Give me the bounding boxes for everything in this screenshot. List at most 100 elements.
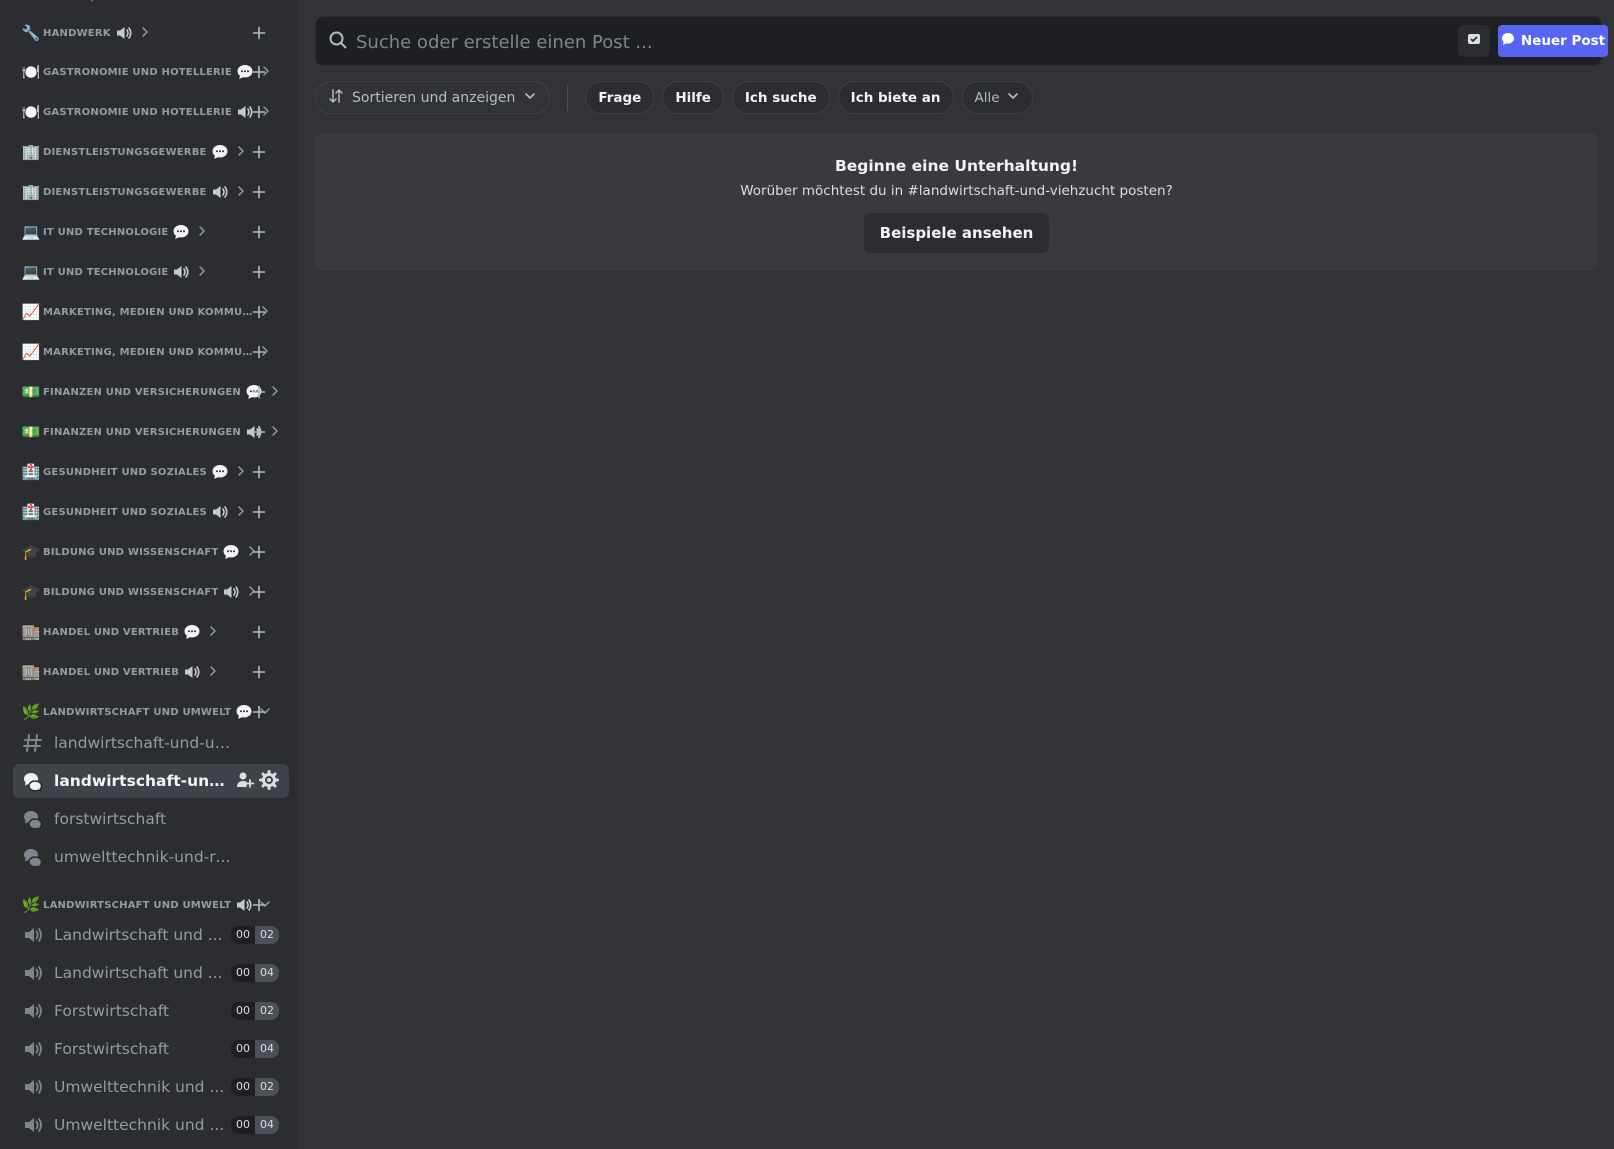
new-post-label: Neuer Post [1520, 33, 1606, 49]
create-channel-plus-icon[interactable] [247, 220, 271, 244]
create-channel-plus-icon[interactable] [247, 420, 271, 444]
chevron-right-icon [235, 505, 247, 520]
channel-label: umwelttechnik-und-recycling [54, 848, 234, 866]
tag-frage[interactable]: Frage [585, 81, 655, 114]
category-header-15[interactable]: 🏬 Handel und Vertrieb [21, 620, 281, 644]
user-count-limit: 04 [255, 1116, 279, 1134]
create-channel-plus-icon[interactable] [247, 100, 271, 124]
channel-forstwirtschaft[interactable]: forstwirtschaft [13, 802, 289, 836]
create-channel-plus-icon[interactable] [247, 660, 271, 684]
create-channel-plus-icon[interactable] [247, 140, 271, 164]
create-channel-plus-icon[interactable] [247, 620, 271, 644]
channel-umwelttechnik-und-recycling[interactable]: umwelttechnik-und-recycling [13, 840, 289, 874]
create-channel-plus-icon[interactable] [247, 340, 271, 364]
channel-landwirtschaft-und-umwelt[interactable]: landwirtschaft-und-umwelt [13, 726, 289, 760]
user-count-badge: 00 04 [231, 1116, 279, 1134]
speaker-icon [22, 1114, 44, 1136]
create-channel-plus-icon[interactable] [247, 260, 271, 284]
category-name: Bildung und Wissenschaft [43, 546, 219, 558]
speaker-icon [22, 962, 44, 984]
category-header-5[interactable]: 💻 IT und Technologie [21, 220, 281, 244]
create-channel-plus-icon[interactable] [247, 380, 271, 404]
voice-channel-4[interactable]: Umwelttechnik und ... 00 02 [13, 1070, 289, 1104]
search-icon [329, 31, 347, 53]
forum-channel-icon [22, 846, 44, 868]
channel-fragment-mark [86, 0, 98, 2]
new-post-button[interactable]: Neuer Post [1498, 25, 1608, 57]
category-header-7[interactable]: 📈 Marketing, Medien und Kommuni... [21, 300, 281, 324]
create-channel-plus-icon[interactable] [247, 21, 271, 45]
category-emoji-icon: 📈 [21, 343, 41, 361]
user-count-limit: 02 [255, 1078, 279, 1096]
sort-and-view-button[interactable]: Sortieren und anzeigen [315, 81, 551, 114]
voice-channel-0[interactable]: Landwirtschaft und ... 00 02 [13, 918, 289, 952]
filter-bar: Sortieren und anzeigen Frage Hilfe Ich s… [315, 81, 1041, 114]
create-channel-plus-icon[interactable] [247, 540, 271, 564]
create-channel-plus-icon[interactable] [247, 460, 271, 484]
user-count-current: 00 [231, 964, 255, 982]
category-emoji-icon: 💵 [21, 383, 41, 401]
tag-ich-biete-an[interactable]: Ich biete an [837, 81, 954, 114]
category-header-11[interactable]: 🏥 Gesundheit und Soziales [21, 460, 281, 484]
category-header-16[interactable]: 🏬 Handel und Vertrieb [21, 660, 281, 684]
create-channel-plus-icon[interactable] [247, 180, 271, 204]
category-header-9[interactable]: 💵 Finanzen und Versicherungen [21, 380, 281, 404]
category-header-1[interactable]: 🍽️ Gastronomie und Hotellerie [21, 60, 281, 84]
speaker-icon [22, 1000, 44, 1022]
create-channel-plus-icon[interactable] [247, 500, 271, 524]
voice-channel-3[interactable]: Forstwirtschaft 00 04 [13, 1032, 289, 1066]
create-channel-plus-icon[interactable] [247, 580, 271, 604]
category-header-10[interactable]: 💵 Finanzen und Versicherungen [21, 420, 281, 444]
tag-ich-suche[interactable]: Ich suche [731, 81, 830, 114]
text-channel-hash-icon [22, 732, 44, 754]
category-name: Gastronomie und Hotellerie [43, 66, 232, 78]
channel-landwirtschaft-und-viehzucht[interactable]: landwirtschaft-und-viehzucht [13, 764, 289, 798]
category-header-0[interactable]: 🔧 Handwerk [21, 21, 281, 45]
voice-channel-1[interactable]: Landwirtschaft und ... 00 04 [13, 956, 289, 990]
voice-channel-2[interactable]: Forstwirtschaft 00 02 [13, 994, 289, 1028]
chevron-right-icon [196, 265, 208, 280]
category-header-14[interactable]: 🎓 Bildung und Wissenschaft [21, 580, 281, 604]
forum-channel-icon [22, 808, 44, 830]
category-header-13[interactable]: 🎓 Bildung und Wissenschaft [21, 540, 281, 564]
category-header-3[interactable]: 🏢 Dienstleistungsgewerbe [21, 140, 281, 164]
category-name: Handel und Vertrieb [43, 626, 180, 638]
create-channel-plus-icon[interactable] [247, 60, 271, 84]
category-header-voice[interactable]: 🌿 Landwirtschaft und Umwelt [21, 893, 281, 917]
all-tags-label: Alle [974, 89, 1000, 106]
create-channel-plus-icon[interactable] [247, 893, 271, 917]
create-channel-plus-icon[interactable] [247, 700, 271, 724]
gear-icon[interactable] [259, 770, 279, 794]
speech-bubble-icon [211, 143, 229, 161]
search-input[interactable] [354, 27, 1358, 57]
category-emoji-icon: 🌿 [21, 896, 41, 914]
chevron-right-icon [207, 625, 219, 640]
category-header-12[interactable]: 🏥 Gesundheit und Soziales [21, 500, 281, 524]
tag-filter-button[interactable] [1458, 25, 1490, 57]
category-header-17[interactable]: 🌿 Landwirtschaft und Umwelt [21, 700, 281, 724]
category-emoji-icon: 🏬 [21, 663, 41, 681]
category-header-6[interactable]: 💻 IT und Technologie [21, 260, 281, 284]
category-emoji-icon: 💻 [21, 263, 41, 281]
empty-state-subtitle: Worüber möchtest du in #landwirtschaft-u… [740, 183, 1173, 199]
empty-state-title: Beginne eine Unterhaltung! [834, 157, 1079, 175]
category-header-8[interactable]: 📈 Marketing, Medien und Kommuni... [21, 340, 281, 364]
tag-hilfe[interactable]: Hilfe [662, 81, 724, 114]
category-name: Dienstleistungsgewerbe [43, 146, 207, 158]
create-channel-plus-icon[interactable] [247, 300, 271, 324]
voice-channel-5[interactable]: Umwelttechnik und ... 00 04 [13, 1108, 289, 1142]
user-count-current: 00 [231, 1002, 255, 1020]
category-header-2[interactable]: 🍽️ Gastronomie und Hotellerie [21, 100, 281, 124]
category-header-4[interactable]: 🏢 Dienstleistungsgewerbe [21, 180, 281, 204]
tag-all-dropdown[interactable]: Alle [961, 81, 1033, 114]
user-count-current: 00 [231, 926, 255, 944]
user-count-current: 00 [231, 1078, 255, 1096]
speaker-icon [222, 583, 240, 601]
chevron-right-icon [235, 145, 247, 160]
speaker-icon [115, 24, 133, 42]
see-examples-button[interactable]: Beispiele ansehen [863, 213, 1050, 253]
invite-user-icon[interactable] [235, 770, 255, 794]
chat-bubble-icon [1501, 32, 1515, 50]
voice-channel-label: Landwirtschaft und ... [54, 926, 223, 944]
user-count-current: 00 [231, 1040, 255, 1058]
